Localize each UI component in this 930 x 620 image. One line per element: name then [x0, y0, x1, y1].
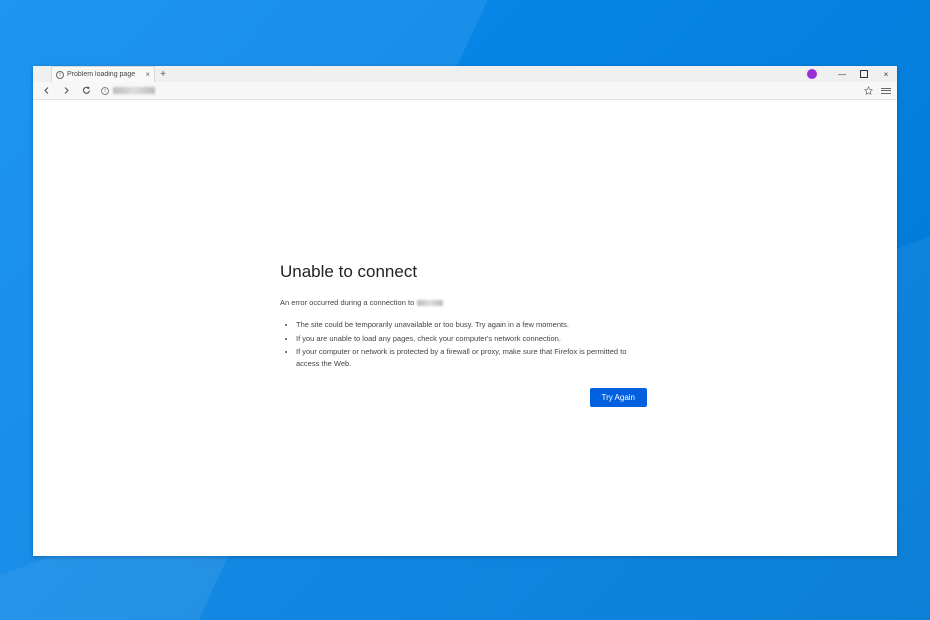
toolbar: i	[33, 82, 897, 100]
tab-problem-loading[interactable]: i Problem loading page ×	[51, 66, 155, 82]
try-again-button[interactable]: Try Again	[590, 388, 648, 407]
info-icon: i	[56, 71, 64, 79]
tab-close-button[interactable]: ×	[145, 70, 150, 79]
window-close-button[interactable]: ×	[875, 66, 897, 82]
error-suggestions: The site could be temporarily unavailabl…	[280, 319, 647, 370]
bookmark-button[interactable]	[864, 82, 873, 100]
tab-title: Problem loading page	[67, 71, 142, 78]
arrow-right-icon	[62, 86, 71, 95]
error-subtitle-text: An error occurred during a connection to	[280, 298, 414, 307]
site-info-icon[interactable]: i	[101, 87, 109, 95]
back-button[interactable]	[39, 84, 53, 98]
new-tab-button[interactable]: +	[155, 66, 171, 82]
reload-button[interactable]	[79, 84, 93, 98]
url-text-redacted	[113, 87, 155, 94]
window-minimize-button[interactable]: —	[831, 66, 853, 82]
address-bar[interactable]: i	[99, 85, 858, 97]
try-again-row: Try Again	[280, 388, 647, 407]
arrow-left-icon	[42, 86, 51, 95]
browser-window: i Problem loading page × + — × i	[33, 66, 897, 556]
window-maximize-button[interactable]	[853, 66, 875, 82]
page-content: Unable to connect An error occurred duri…	[33, 100, 897, 556]
error-title: Unable to connect	[280, 262, 647, 282]
forward-button[interactable]	[59, 84, 73, 98]
app-menu-button[interactable]	[881, 88, 891, 94]
profile-badge-icon[interactable]	[807, 69, 817, 79]
error-host-redacted	[417, 300, 443, 306]
error-suggestion-item: The site could be temporarily unavailabl…	[296, 319, 647, 331]
error-suggestion-item: If you are unable to load any pages, che…	[296, 333, 647, 345]
toolbar-right	[864, 82, 891, 100]
error-subtitle: An error occurred during a connection to	[280, 298, 647, 307]
hamburger-icon	[881, 88, 891, 89]
reload-icon	[82, 86, 91, 95]
window-controls: — ×	[807, 66, 897, 82]
titlebar: i Problem loading page × + — ×	[33, 66, 897, 82]
star-icon	[864, 86, 873, 95]
error-suggestion-item: If your computer or network is protected…	[296, 346, 647, 369]
